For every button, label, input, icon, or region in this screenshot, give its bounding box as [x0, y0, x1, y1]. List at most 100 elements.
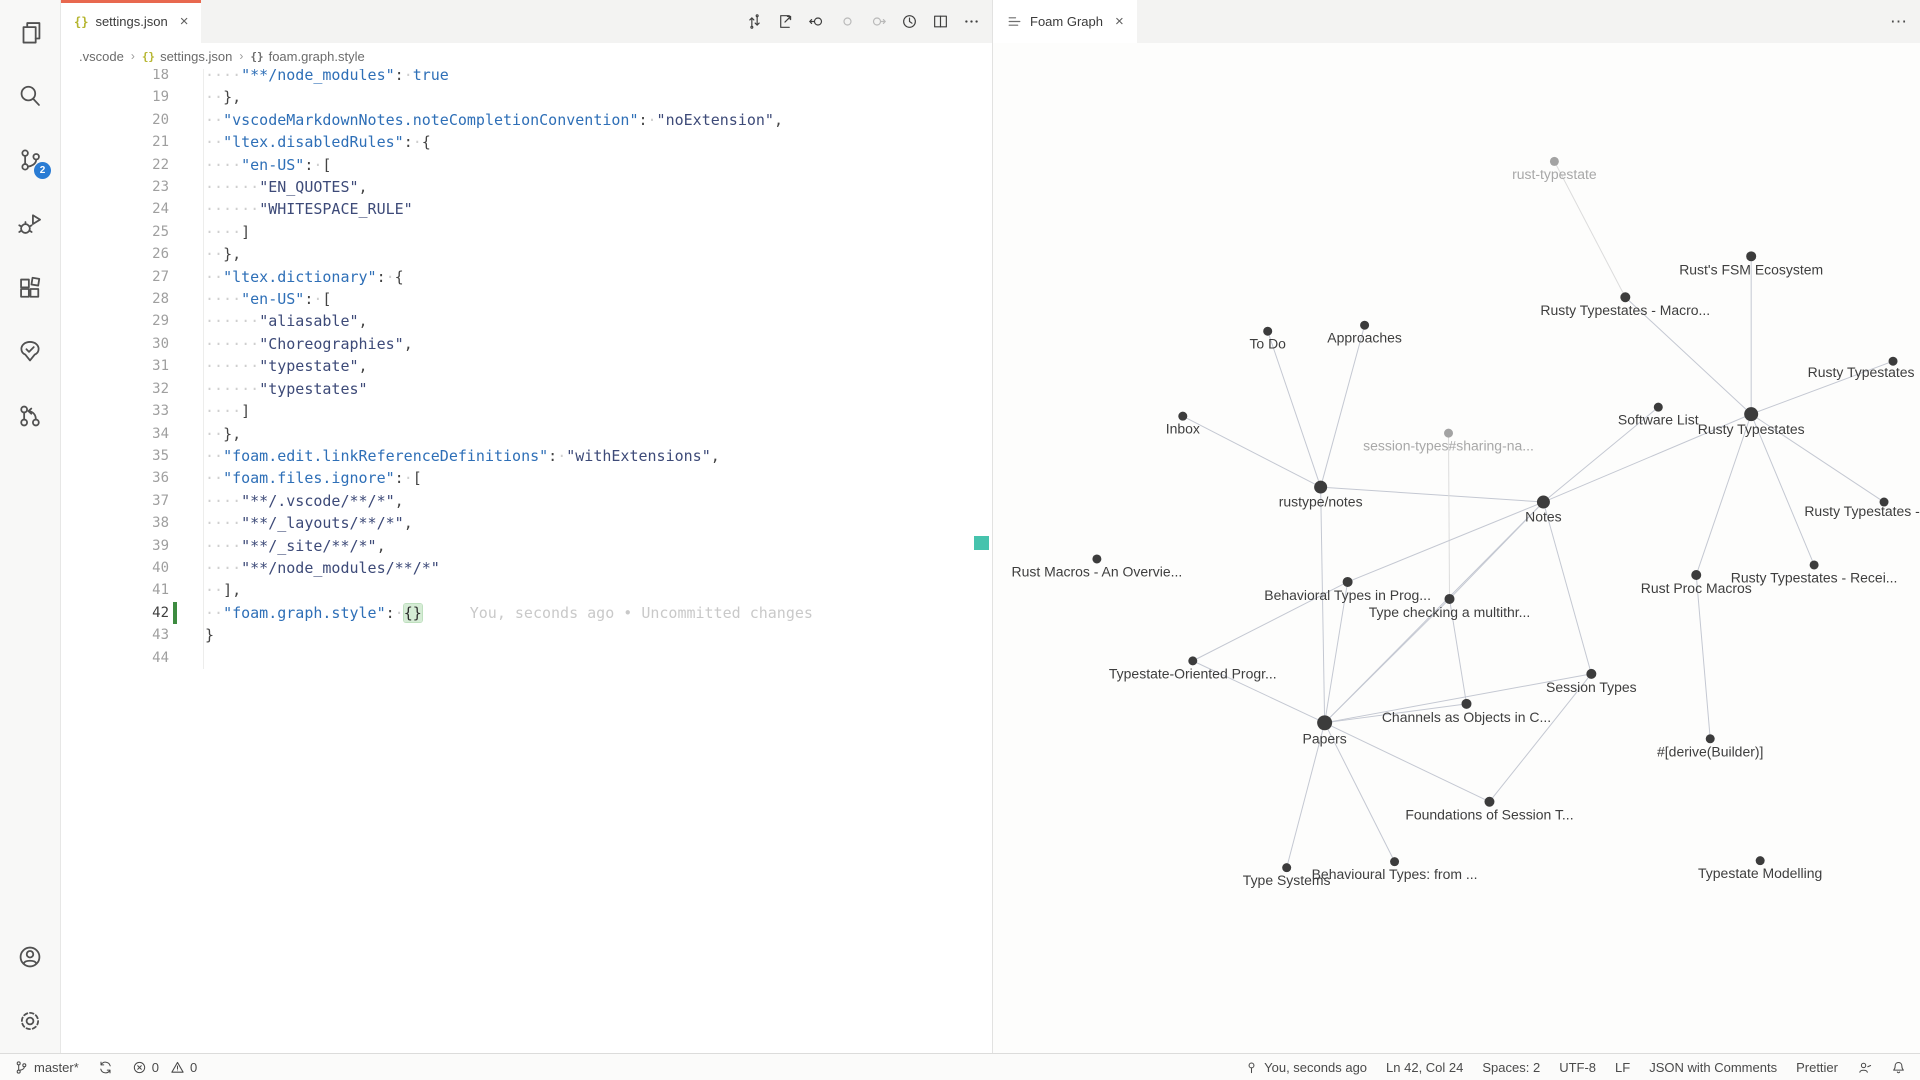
code-line-38[interactable]: 38····"**/_layouts/**/*",: [61, 512, 992, 534]
code-line-27[interactable]: 27··"ltex.dictionary":·{: [61, 266, 992, 288]
status-item-formatter[interactable]: Prettier: [1796, 1060, 1838, 1075]
code-line-32[interactable]: 32······"typestates": [61, 378, 992, 400]
code-line-24[interactable]: 24······"WHITESPACE_RULE": [61, 198, 992, 220]
graph-label-typestate-oriented: Typestate-Oriented Progr...: [1109, 665, 1277, 681]
status-item-indentation[interactable]: Spaces: 2: [1482, 1060, 1540, 1075]
graph-node-approaches[interactable]: [1360, 321, 1369, 330]
graph-node-software-list[interactable]: [1654, 403, 1663, 412]
code-line-36[interactable]: 36··"foam.files.ignore":·[: [61, 467, 992, 489]
graph-node-type-systems[interactable]: [1282, 863, 1291, 872]
status-item-cursor-position[interactable]: Ln 42, Col 24: [1386, 1060, 1463, 1075]
code-line-21[interactable]: 21··"ltex.disabledRules":·{: [61, 131, 992, 153]
breadcrumb-item--vscode[interactable]: .vscode: [79, 49, 124, 64]
line-content: ··},: [205, 243, 241, 265]
graph-node-behavioral[interactable]: [1343, 577, 1353, 587]
code-line-29[interactable]: 29······"aliasable",: [61, 310, 992, 332]
code-line-35[interactable]: 35··"foam.edit.linkReferenceDefinitions"…: [61, 445, 992, 467]
graph-edge: [1321, 325, 1365, 487]
activity-item-search[interactable]: [0, 64, 60, 128]
line-number: 30: [61, 333, 169, 355]
activity-item-testing[interactable]: [0, 320, 60, 384]
activity-item-gitlens[interactable]: [0, 384, 60, 448]
code-line-43[interactable]: 43}: [61, 624, 992, 646]
graph-node-derive-builder[interactable]: [1706, 734, 1715, 743]
tab-settings-json[interactable]: {} settings.json ×: [61, 0, 201, 43]
graph-node-notes[interactable]: [1537, 496, 1550, 509]
graph-node-inbox[interactable]: [1178, 412, 1187, 421]
code-line-28[interactable]: 28····"en-US":·[: [61, 288, 992, 310]
graph-node-rust-typestate[interactable]: [1550, 157, 1559, 166]
code-line-26[interactable]: 26··},: [61, 243, 992, 265]
change-dot-icon[interactable]: [839, 13, 856, 30]
graph-edge: [1325, 582, 1348, 723]
code-line-18[interactable]: 18····"**/node_modules":·true: [61, 69, 992, 86]
code-line-25[interactable]: 25····]: [61, 221, 992, 243]
status-item-branch[interactable]: master*: [14, 1060, 79, 1075]
status-item-eol[interactable]: LF: [1615, 1060, 1630, 1075]
graph-node-todo[interactable]: [1263, 327, 1272, 336]
code-line-20[interactable]: 20··"vscodeMarkdownNotes.noteCompletionC…: [61, 109, 992, 131]
close-icon[interactable]: ×: [1115, 14, 1124, 29]
code-line-22[interactable]: 22····"en-US":·[: [61, 154, 992, 176]
activity-item-settings[interactable]: [0, 989, 60, 1053]
status-item-blame[interactable]: You, seconds ago: [1244, 1060, 1367, 1075]
graph-node-proc-macros[interactable]: [1691, 570, 1701, 580]
code-line-31[interactable]: 31······"typestate",: [61, 355, 992, 377]
more-actions-icon[interactable]: ⋯: [1890, 12, 1908, 32]
code-line-34[interactable]: 34··},: [61, 423, 992, 445]
graph-node-papers[interactable]: [1317, 715, 1332, 730]
status-item-sync[interactable]: [98, 1060, 113, 1075]
code-line-37[interactable]: 37····"**/.vscode/**/*",: [61, 490, 992, 512]
status-item-problems[interactable]: 00: [132, 1060, 197, 1075]
breadcrumb-item-foam-graph-style[interactable]: {}foam.graph.style: [250, 49, 364, 64]
graph-node-rt-macro[interactable]: [1620, 292, 1630, 302]
code-line-44[interactable]: 44: [61, 647, 992, 669]
code-line-41[interactable]: 41··],: [61, 579, 992, 601]
open-file-icon[interactable]: [777, 13, 794, 30]
graph-node-fsm[interactable]: [1746, 251, 1756, 261]
activity-item-account[interactable]: [0, 925, 60, 989]
code-line-42[interactable]: 42··"foam.graph.style":·{}You, seconds a…: [61, 602, 992, 624]
graph-node-type-checking[interactable]: [1445, 594, 1455, 604]
code-line-23[interactable]: 23······"EN_QUOTES",: [61, 176, 992, 198]
code-line-19[interactable]: 19··},: [61, 86, 992, 108]
status-item-encoding[interactable]: UTF-8: [1559, 1060, 1596, 1075]
status-item-language-mode[interactable]: JSON with Comments: [1649, 1060, 1777, 1075]
more-actions-icon[interactable]: [963, 13, 980, 30]
previous-change-icon[interactable]: [808, 13, 825, 30]
graph-node-behavioural-from[interactable]: [1390, 857, 1399, 866]
tab-foam-graph[interactable]: Foam Graph ×: [993, 0, 1137, 43]
graph-node-rt-recei[interactable]: [1810, 560, 1819, 569]
graph-node-typestate-oriented[interactable]: [1188, 656, 1197, 665]
code-line-30[interactable]: 30······"Choreographies",: [61, 333, 992, 355]
status-item-feedback[interactable]: [1857, 1060, 1872, 1075]
split-editor-icon[interactable]: [932, 13, 949, 30]
foam-graph-canvas[interactable]: rust-typestateRust's FSM EcosystemRusty …: [993, 43, 1920, 1053]
graph-node-session-types[interactable]: [1586, 669, 1596, 679]
close-icon[interactable]: ×: [180, 14, 189, 29]
code-line-39[interactable]: 39····"**/_site/**/*",: [61, 535, 992, 557]
code-editor[interactable]: 18····"**/node_modules":·true19··},20··"…: [61, 69, 992, 1053]
code-line-40[interactable]: 40····"**/node_modules/**/*": [61, 557, 992, 579]
breadcrumb-item-settings-json[interactable]: {}settings.json: [142, 49, 233, 64]
activity-item-explorer[interactable]: [0, 0, 60, 64]
activity-bar-bottom: [0, 925, 60, 1053]
graph-node-rt[interactable]: [1744, 407, 1758, 421]
timeline-icon[interactable]: [901, 13, 918, 30]
activity-item-source-control[interactable]: 2: [0, 128, 60, 192]
status-item-notifications[interactable]: [1891, 1060, 1906, 1075]
graph-node-rustype-notes[interactable]: [1314, 481, 1327, 494]
graph-node-foundations[interactable]: [1484, 797, 1494, 807]
testing-icon: [17, 339, 43, 365]
graph-node-channels[interactable]: [1461, 699, 1471, 709]
open-changes-icon[interactable]: [746, 13, 763, 30]
line-content: ····"**/node_modules":·true: [205, 69, 449, 86]
code-line-33[interactable]: 33····]: [61, 400, 992, 422]
activity-item-extensions[interactable]: [0, 256, 60, 320]
graph-node-rust-macros[interactable]: [1092, 554, 1101, 563]
graph-node-session-sharing[interactable]: [1444, 429, 1453, 438]
commit-icon: [1244, 1060, 1259, 1075]
next-change-icon[interactable]: [870, 13, 887, 30]
activity-item-run-debug[interactable]: [0, 192, 60, 256]
graph-node-typestate-modelling[interactable]: [1756, 856, 1765, 865]
